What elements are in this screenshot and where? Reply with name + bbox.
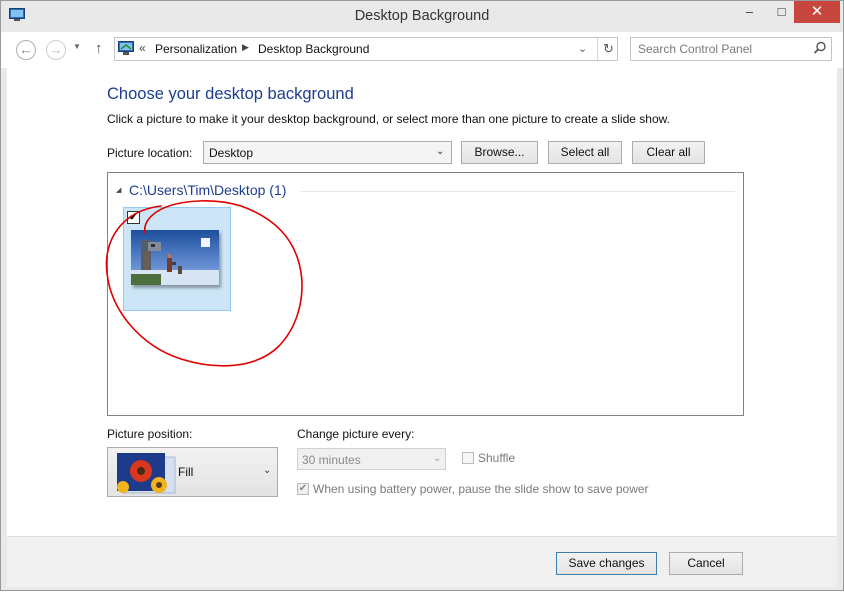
red-circle-annotation [105,200,303,367]
desktop-background-window: Desktop Background – □ ✕ ← → ▼ ↑ « Perso… [0,0,844,591]
